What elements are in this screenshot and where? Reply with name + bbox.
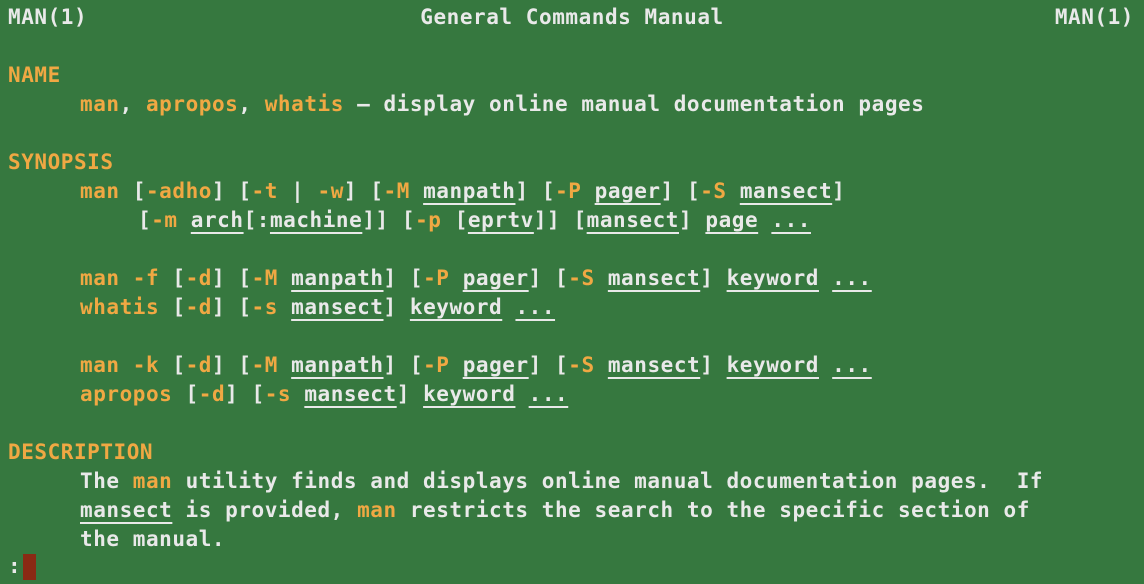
argument: keyword — [409, 295, 503, 319]
flag: -P — [555, 179, 582, 203]
flag: -P — [423, 353, 450, 377]
argument: pager — [594, 179, 661, 203]
argument: mansect — [607, 266, 701, 290]
argument: page — [705, 208, 759, 232]
ellipsis: ... — [771, 208, 811, 232]
flag: -d — [185, 353, 212, 377]
flag: -s — [264, 382, 292, 406]
ellipsis: ... — [515, 295, 556, 319]
synopsis-line: whatis [-d] [-s mansect] keyword ... — [80, 295, 556, 319]
flag: -s — [251, 295, 278, 319]
cmd-name: man — [80, 353, 120, 377]
flag: -adho — [145, 179, 212, 203]
flag: -d — [198, 382, 226, 406]
cmd-name: apropos — [80, 382, 173, 406]
ellipsis: ... — [832, 266, 872, 290]
argument: keyword — [726, 353, 819, 377]
ellipsis: ... — [832, 353, 872, 377]
section-name-heading: NAME — [8, 63, 61, 87]
prompt-symbol: : — [8, 554, 22, 578]
argument: mansect — [607, 353, 701, 377]
text: the manual. — [80, 527, 226, 551]
argument: mansect — [291, 295, 384, 319]
synopsis-line: man [-adho] [-t | -w] [-M manpath] [-P p… — [80, 179, 846, 203]
argument: eprtv — [467, 208, 534, 232]
separator: , — [119, 92, 146, 116]
text: The — [80, 469, 133, 493]
argument: mansect — [80, 498, 173, 522]
flag: -M — [383, 179, 410, 203]
separator: , — [238, 92, 265, 116]
argument: machine — [269, 208, 363, 232]
argument: mansect — [586, 208, 679, 232]
description-line: the manual. — [80, 525, 225, 554]
text: is provided, — [172, 498, 358, 522]
flag: -d — [185, 266, 212, 290]
description-line: The man utility finds and displays onlin… — [80, 467, 1043, 496]
cmd-apropos: apropos — [145, 92, 239, 116]
description-line: mansect is provided, man restricts the s… — [80, 496, 1030, 525]
flag: -M — [251, 266, 278, 290]
argument: manpath — [291, 353, 384, 377]
cmd-man: man — [357, 498, 397, 522]
argument: keyword — [726, 266, 819, 290]
ellipsis: ... — [528, 382, 569, 406]
name-summary: — display online manual documentation pa… — [343, 92, 925, 116]
argument: arch — [190, 208, 244, 232]
flag: -w — [317, 179, 344, 203]
header-right: MAN(1) — [1054, 5, 1134, 29]
flag: -d — [185, 295, 212, 319]
flag: -f — [132, 266, 160, 290]
cmd-name: man — [80, 179, 120, 203]
synopsis-line: apropos [-d] [-s mansect] keyword ... — [80, 382, 569, 406]
argument: keyword — [423, 382, 516, 406]
flag: -P — [423, 266, 450, 290]
flag: -t — [251, 179, 278, 203]
synopsis-line: man -f [-d] [-M manpath] [-P pager] [-S … — [80, 266, 872, 290]
argument: pager — [462, 353, 529, 377]
flag: -S — [568, 353, 595, 377]
flag: -k — [132, 353, 160, 377]
flag: -p — [415, 208, 442, 232]
cmd-man: man — [80, 92, 120, 116]
argument: manpath — [291, 266, 384, 290]
cmd-name: man — [80, 266, 120, 290]
text: utility finds and displays online manual… — [172, 469, 1044, 493]
text: restricts the search to the specific sec… — [396, 498, 1030, 522]
argument: mansect — [304, 382, 397, 406]
section-description-heading: DESCRIPTION — [8, 440, 154, 464]
text-cursor — [23, 553, 37, 580]
cmd-name: whatis — [80, 295, 160, 319]
cmd-man: man — [132, 469, 173, 493]
flag: -m — [151, 208, 178, 232]
argument: mansect — [739, 179, 833, 203]
argument: manpath — [423, 179, 516, 203]
header-title: General Commands Manual — [420, 5, 724, 29]
flag: -M — [251, 353, 278, 377]
cmd-whatis: whatis — [264, 92, 344, 116]
flag: -S — [568, 266, 595, 290]
synopsis-line: [-m arch[:machine]] [-p [eprtv]] [mansec… — [138, 208, 811, 232]
pager-prompt[interactable]: : — [8, 552, 37, 581]
name-line: man, apropos, whatis — display online ma… — [80, 90, 924, 119]
section-synopsis-heading: SYNOPSIS — [8, 150, 114, 174]
flag: -S — [700, 179, 727, 203]
terminal-window[interactable]: MAN(1) General Commands Manual MAN(1) NA… — [0, 0, 1144, 584]
argument: pager — [462, 266, 529, 290]
synopsis-line: man -k [-d] [-M manpath] [-P pager] [-S … — [80, 353, 872, 377]
